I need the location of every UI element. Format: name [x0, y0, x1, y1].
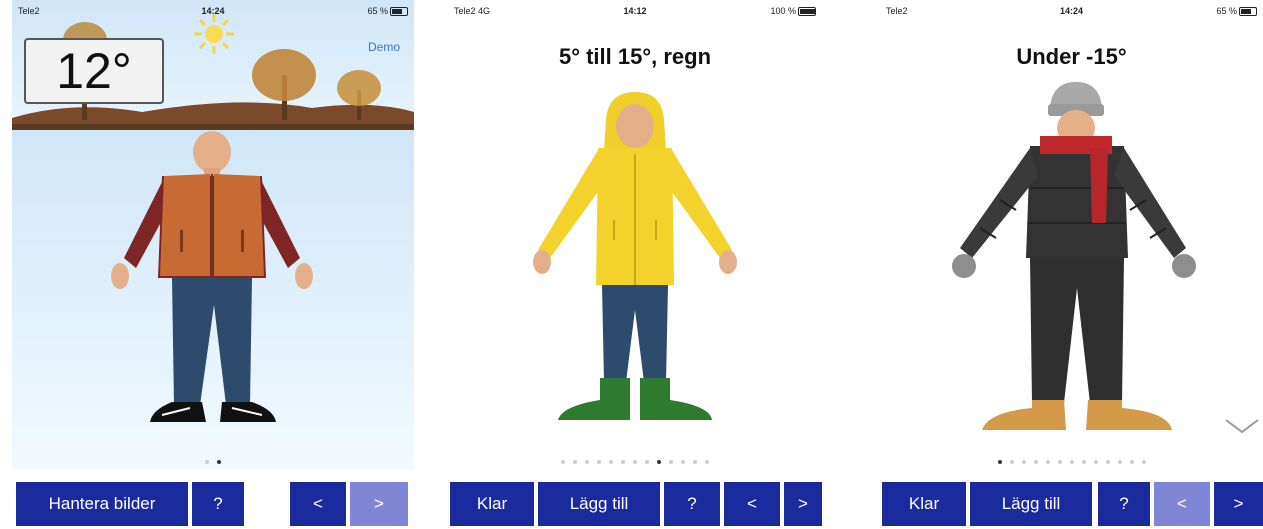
help-button[interactable]: ? [192, 482, 244, 526]
next-button[interactable]: > [1214, 482, 1263, 526]
battery-percent: 65 % [367, 6, 388, 16]
page-dot[interactable] [1057, 460, 1062, 464]
add-button[interactable]: Lägg till [970, 482, 1092, 526]
manage-images-button[interactable]: Hantera bilder [16, 482, 188, 526]
page-dot-active[interactable] [997, 460, 1002, 464]
demo-link[interactable]: Demo [368, 40, 400, 54]
screen-weather-12: Tele2 14:24 65 % 12° Demo Hantera bilder [12, 0, 414, 529]
carrier-label: Tele2 [886, 6, 908, 16]
battery-indicator: 65 % [367, 6, 408, 17]
page-dot[interactable] [645, 460, 649, 464]
page-dot[interactable] [1069, 460, 1074, 464]
page-dot[interactable] [1033, 460, 1038, 464]
page-indicator [12, 460, 414, 464]
page-dot[interactable] [585, 460, 589, 464]
page-dot[interactable] [1141, 460, 1146, 464]
outfit-illustration [952, 82, 1196, 430]
screen-cold: Tele2 14:24 65 % Under -15° Klar Lägg ti… [880, 0, 1263, 529]
chevron-down-icon[interactable] [1222, 416, 1262, 436]
clock: 14:24 [1059, 6, 1084, 16]
battery-icon [798, 7, 816, 17]
page-dot[interactable] [693, 460, 697, 464]
page-dot[interactable] [621, 460, 625, 464]
page-dot-active[interactable] [657, 460, 661, 464]
battery-indicator: 100 % [770, 6, 816, 17]
status-bar: Tele2 14:24 65 % [12, 0, 414, 20]
previous-button[interactable]: < [724, 482, 780, 526]
battery-icon [1239, 7, 1257, 17]
page-dot[interactable] [609, 460, 613, 464]
page-dot[interactable] [705, 460, 709, 464]
page-title: 5° till 15°, regn [558, 44, 712, 69]
page-dot-active[interactable] [217, 460, 221, 464]
page-dot[interactable] [561, 460, 565, 464]
help-button[interactable]: ? [1098, 482, 1150, 526]
page-indicator [880, 460, 1263, 464]
page-dot[interactable] [633, 460, 637, 464]
add-button[interactable]: Lägg till [538, 482, 660, 526]
page-dot[interactable] [1129, 460, 1134, 464]
page-dot[interactable] [1117, 460, 1122, 464]
page-dot[interactable] [669, 460, 673, 464]
page-dot[interactable] [1081, 460, 1086, 464]
battery-percent: 65 % [1216, 6, 1237, 16]
battery-indicator: 65 % [1216, 6, 1257, 17]
page-dot[interactable] [1009, 460, 1014, 464]
clock: 14:24 [201, 6, 225, 16]
page-dot[interactable] [573, 460, 577, 464]
status-bar: Tele2 14:24 65 % [880, 0, 1263, 20]
page-dot[interactable] [1105, 460, 1110, 464]
carrier-label: Tele2 4G [454, 6, 491, 16]
status-bar: Tele2 4G 14:12 100 % [448, 0, 822, 20]
page-dot[interactable] [1021, 460, 1026, 464]
page-indicator [448, 460, 822, 464]
page-dot[interactable] [681, 460, 685, 464]
temperature-display: 12° [24, 38, 164, 104]
help-button[interactable]: ? [664, 482, 720, 526]
bottom-toolbar: Klar Lägg till ? < > [448, 482, 822, 526]
carrier-label: Tele2 [18, 6, 40, 16]
bottom-toolbar: Klar Lägg till ? < > [880, 482, 1263, 526]
page-dot[interactable] [205, 460, 209, 464]
next-button[interactable]: > [784, 482, 822, 526]
previous-button[interactable]: < [1154, 482, 1210, 526]
screen-rain: Tele2 4G 14:12 100 % 5° till 15°, regn K… [448, 0, 822, 529]
previous-button[interactable]: < [290, 482, 346, 526]
outfit-illustration [533, 92, 737, 420]
page-dot[interactable] [1045, 460, 1050, 464]
page-dot[interactable] [1093, 460, 1098, 464]
outfit-illustration [111, 131, 313, 422]
page-title: Under -15° [1016, 44, 1127, 69]
bottom-toolbar: Hantera bilder ? < > [12, 482, 414, 526]
done-button[interactable]: Klar [450, 482, 534, 526]
done-button[interactable]: Klar [882, 482, 966, 526]
battery-icon [390, 7, 408, 17]
next-button[interactable]: > [350, 482, 408, 526]
battery-percent: 100 % [770, 6, 796, 16]
clock: 14:12 [623, 6, 647, 16]
page-dot[interactable] [597, 460, 601, 464]
